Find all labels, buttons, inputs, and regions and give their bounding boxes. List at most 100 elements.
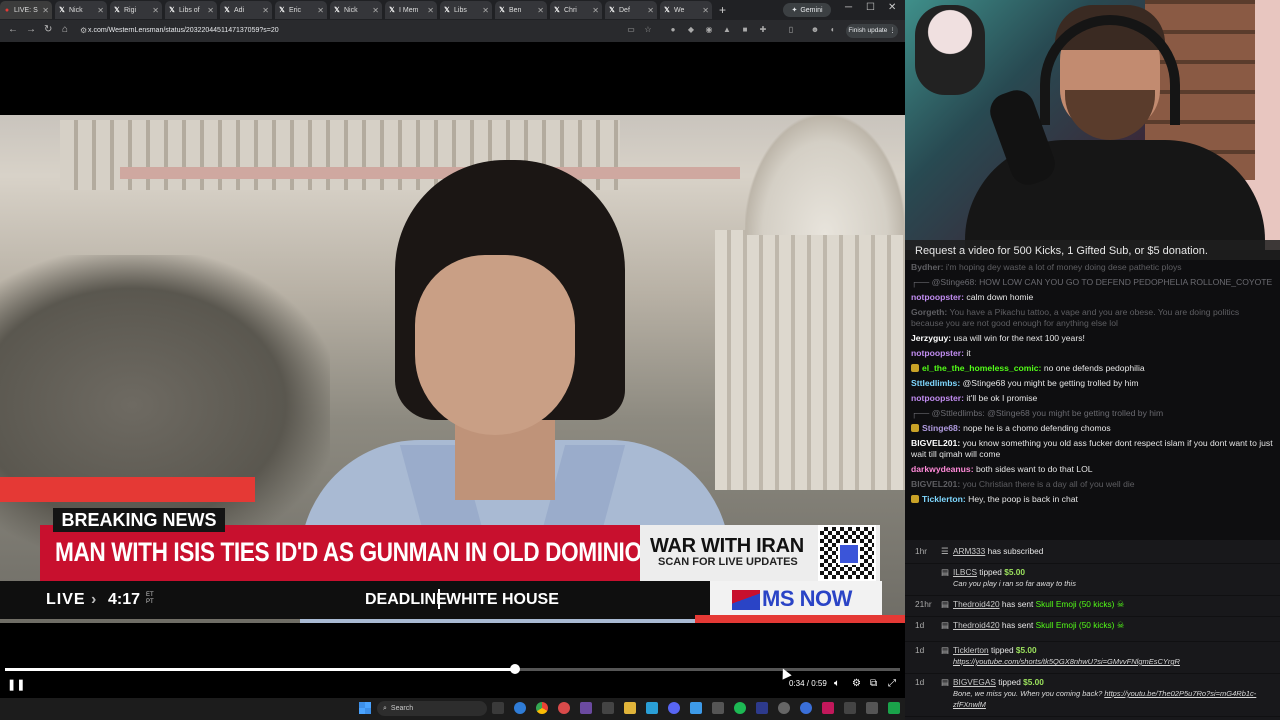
browser-tab[interactable]: 𝕏 Rigi ✕ bbox=[110, 1, 162, 19]
fullscreen-icon[interactable]: ⤢ bbox=[888, 678, 896, 689]
cast-icon[interactable]: ▭ bbox=[626, 25, 636, 35]
extensions-puzzle-icon[interactable]: ✚ bbox=[758, 25, 768, 35]
browser-tab[interactable]: 𝕏 Libs of ✕ bbox=[165, 1, 217, 19]
browser-tab[interactable]: 𝕏 Eric ✕ bbox=[275, 1, 327, 19]
event-username[interactable]: ILBCS bbox=[953, 567, 977, 577]
app-icon[interactable] bbox=[888, 702, 900, 714]
app-icon[interactable] bbox=[646, 702, 658, 714]
home-icon[interactable]: ⌂ bbox=[62, 24, 68, 35]
extension-icon[interactable]: ■ bbox=[740, 25, 750, 35]
chat-username[interactable]: Stinge68: bbox=[922, 423, 961, 433]
close-tab-icon[interactable]: ✕ bbox=[592, 6, 599, 15]
settings-gear-icon[interactable]: ⚙ bbox=[852, 678, 861, 689]
sidebar-icon[interactable]: ▯ bbox=[786, 25, 796, 35]
app-icon[interactable] bbox=[866, 702, 878, 714]
url-field[interactable]: x.com/WesternLensman/status/203220445114… bbox=[88, 24, 608, 38]
event-username[interactable]: BIGVEGAS bbox=[953, 677, 996, 687]
event-amount: $5.00 bbox=[1015, 645, 1037, 655]
browser-tab[interactable]: 𝕏 Chri ✕ bbox=[550, 1, 602, 19]
reload-icon[interactable]: ↻ bbox=[44, 24, 52, 35]
chat-username[interactable]: el_the_the_homeless_comic: bbox=[922, 363, 1041, 373]
close-tab-icon[interactable]: ✕ bbox=[42, 6, 49, 15]
close-tab-icon[interactable]: ✕ bbox=[372, 6, 379, 15]
close-tab-icon[interactable]: ✕ bbox=[702, 6, 709, 15]
avatar[interactable]: ◐ bbox=[828, 25, 838, 35]
browser-tab[interactable]: 𝕏 Def ✕ bbox=[605, 1, 657, 19]
event-link[interactable]: https://youtube.com/shorts/tk5QGX8nhwU?s… bbox=[953, 657, 1180, 666]
close-tab-icon[interactable]: ✕ bbox=[152, 6, 159, 15]
app-icon[interactable] bbox=[844, 702, 856, 714]
windows-start-icon[interactable] bbox=[359, 702, 371, 714]
app-icon[interactable] bbox=[602, 702, 614, 714]
event-username[interactable]: Thedroid420 bbox=[953, 599, 1000, 609]
chat-username[interactable]: notpoopster: bbox=[911, 393, 964, 403]
browser-tab[interactable]: 𝕏 We ✕ bbox=[660, 1, 712, 19]
tab-label: I Mem bbox=[399, 6, 419, 14]
app-icon[interactable] bbox=[558, 702, 570, 714]
close-tab-icon[interactable]: ✕ bbox=[262, 6, 269, 15]
pause-icon[interactable]: ❚❚ bbox=[7, 678, 25, 691]
event-username[interactable]: Ticklerton bbox=[953, 645, 989, 655]
event-username[interactable]: ARM333 bbox=[953, 546, 985, 556]
profile-icon[interactable]: ☻ bbox=[810, 25, 820, 35]
browser-tab[interactable]: ● LIVE: S ✕ bbox=[0, 1, 52, 19]
browser-tab[interactable]: 𝕏 Libs ✕ bbox=[440, 1, 492, 19]
chat-username[interactable]: notpoopster: bbox=[911, 348, 964, 358]
close-tab-icon[interactable]: ✕ bbox=[482, 6, 489, 15]
app-icon[interactable] bbox=[712, 702, 724, 714]
close-tab-icon[interactable]: ✕ bbox=[537, 6, 544, 15]
app-icon[interactable] bbox=[800, 702, 812, 714]
chat-username[interactable]: Jerzyguy: bbox=[911, 333, 951, 343]
maximize-icon[interactable]: ☐ bbox=[866, 2, 875, 13]
file-explorer-icon[interactable] bbox=[624, 702, 636, 714]
chat-username[interactable]: Bydher: bbox=[911, 262, 943, 272]
extension-icon[interactable]: ● bbox=[668, 25, 678, 35]
close-tab-icon[interactable]: ✕ bbox=[317, 6, 324, 15]
app-icon[interactable] bbox=[822, 702, 834, 714]
browser-tab[interactable]: 𝕏 Nick ✕ bbox=[55, 1, 107, 19]
minimize-icon[interactable]: ─ bbox=[845, 2, 852, 13]
extension-icon[interactable]: ◉ bbox=[704, 25, 714, 35]
extension-icon[interactable]: ◆ bbox=[686, 25, 696, 35]
chat-username[interactable]: Ticklerton: bbox=[922, 494, 966, 504]
browser-tab[interactable]: 𝕏 I Mem ✕ bbox=[385, 1, 437, 19]
chat-username[interactable]: darkwydeanus: bbox=[911, 464, 974, 474]
chat-username[interactable]: Sttledlimbs: bbox=[911, 378, 960, 388]
back-icon[interactable]: ← bbox=[8, 24, 18, 35]
volume-icon[interactable]: 🔈︎ bbox=[834, 678, 840, 689]
app-icon[interactable] bbox=[756, 702, 768, 714]
chat-username[interactable]: Gorgeth: bbox=[911, 307, 947, 317]
taskbar-search[interactable]: ⌕ Search bbox=[377, 701, 487, 716]
chat-username[interactable]: BIGVEL201: bbox=[911, 438, 960, 448]
discord-icon[interactable] bbox=[668, 702, 680, 714]
browser-tab[interactable]: 𝕏 Nick ✕ bbox=[330, 1, 382, 19]
task-view-icon[interactable] bbox=[492, 702, 504, 714]
picture-in-picture-icon[interactable]: ⧉ bbox=[870, 678, 877, 689]
close-tab-icon[interactable]: ✕ bbox=[427, 6, 434, 15]
close-window-icon[interactable]: ✕ bbox=[888, 2, 896, 13]
chrome-icon[interactable] bbox=[536, 702, 548, 714]
chat-username[interactable]: notpoopster: bbox=[911, 292, 964, 302]
browser-tab[interactable]: 𝕏 Adi ✕ bbox=[220, 1, 272, 19]
spotify-icon[interactable] bbox=[734, 702, 746, 714]
video-progress-bar[interactable] bbox=[5, 664, 900, 674]
video-scrubber-handle[interactable] bbox=[510, 664, 521, 674]
obs-icon[interactable] bbox=[580, 702, 592, 714]
chat-username[interactable]: BIGVEL201: bbox=[911, 479, 960, 489]
app-icon[interactable] bbox=[778, 702, 790, 714]
extension-icon[interactable]: ▲ bbox=[722, 25, 732, 35]
forward-icon[interactable]: → bbox=[26, 24, 36, 35]
site-info-icon[interactable]: ⚙ bbox=[80, 26, 87, 35]
edge-browser-icon[interactable] bbox=[514, 702, 526, 714]
close-tab-icon[interactable]: ✕ bbox=[207, 6, 214, 15]
video-frame[interactable]: BREAKING NEWS MAN WITH ISIS TIES ID'D AS… bbox=[0, 115, 905, 623]
app-icon[interactable] bbox=[690, 702, 702, 714]
close-tab-icon[interactable]: ✕ bbox=[647, 6, 654, 15]
finish-update-button[interactable]: Finish update ⋮ bbox=[846, 24, 898, 38]
browser-tab[interactable]: 𝕏 Ben ✕ bbox=[495, 1, 547, 19]
new-tab-icon[interactable]: + bbox=[719, 3, 726, 17]
bookmark-star-icon[interactable]: ☆ bbox=[643, 25, 653, 35]
gemini-button[interactable]: ✦ Gemini bbox=[783, 3, 831, 17]
event-username[interactable]: Thedroid420 bbox=[953, 620, 1000, 630]
close-tab-icon[interactable]: ✕ bbox=[97, 6, 104, 15]
